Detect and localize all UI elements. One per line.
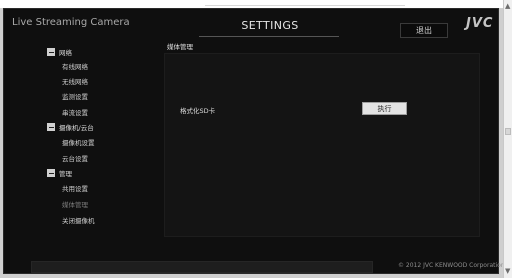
- arrow-down-icon[interactable]: ▼: [505, 268, 510, 275]
- sidebar-group-label: 网络: [59, 49, 72, 57]
- sidebar-item-shutdown[interactable]: 关闭摄像机: [62, 215, 95, 225]
- sidebar-group-management[interactable]: 管理: [47, 168, 72, 178]
- sidebar-group-label: 管理: [59, 170, 72, 178]
- sidebar-item-media[interactable]: 媒体管理: [62, 199, 88, 209]
- sidebar-item-wired[interactable]: 有线网络: [62, 61, 88, 71]
- copyright-text: © 2012 JVC KENWOOD Corporation: [398, 262, 505, 269]
- section-title: 媒体管理: [167, 43, 193, 51]
- execute-button[interactable]: 执行: [362, 102, 407, 115]
- collapse-icon[interactable]: [47, 169, 55, 177]
- tab-edge-line: [205, 5, 405, 6]
- brand-logo: JVC: [466, 16, 494, 31]
- scroll-thumb[interactable]: [505, 128, 511, 135]
- sidebar-item-camera-settings[interactable]: 摄像机设置: [62, 137, 95, 147]
- collapse-icon[interactable]: [47, 48, 55, 56]
- status-bar: [31, 261, 373, 273]
- content-panel: [164, 53, 480, 237]
- vertical-scrollbar[interactable]: ▲ ▼: [503, 0, 512, 278]
- sidebar-item-monitor[interactable]: 监测设置: [62, 91, 88, 101]
- app-title: Live Streaming Camera: [12, 17, 130, 28]
- title-underline: [199, 36, 339, 37]
- app-window: Live Streaming Camera SETTINGS 退出 JVC 网络…: [3, 8, 505, 274]
- sidebar-group-network[interactable]: 网络: [47, 47, 72, 57]
- sidebar-item-stream[interactable]: 串流设置: [62, 107, 88, 117]
- collapse-icon[interactable]: [47, 123, 55, 131]
- sidebar-group-label: 摄像机/云台: [59, 124, 94, 132]
- logout-button[interactable]: 退出: [400, 23, 448, 38]
- arrow-up-icon[interactable]: ▲: [505, 3, 510, 10]
- page-title: SETTINGS: [241, 19, 299, 32]
- sidebar-item-pantilt[interactable]: 云台设置: [62, 153, 88, 163]
- sidebar-group-camera[interactable]: 摄像机/云台: [47, 122, 94, 132]
- sidebar-item-common[interactable]: 共用设置: [62, 183, 88, 193]
- sidebar: 网络 有线网络 无线网络 监测设置 串流设置 摄像机/云台 摄像机设置 云台设置…: [4, 43, 164, 233]
- sidebar-item-wireless[interactable]: 无线网络: [62, 76, 88, 86]
- format-sd-label: 格式化SD卡: [180, 107, 216, 115]
